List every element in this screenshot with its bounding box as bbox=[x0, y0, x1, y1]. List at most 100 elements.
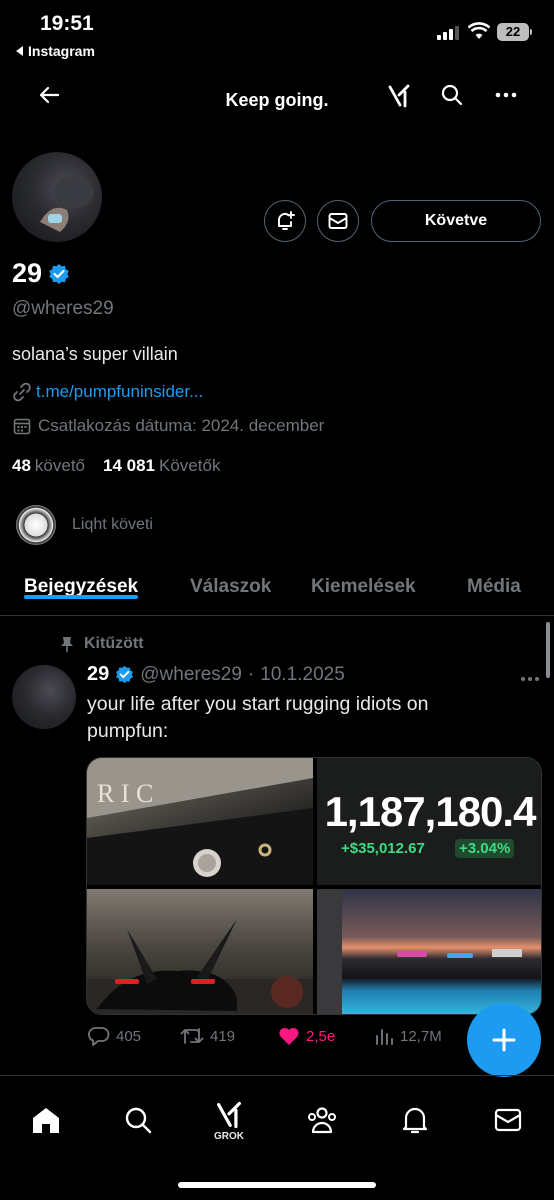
views-button[interactable]: 12,7M bbox=[374, 1026, 442, 1046]
nav-messages[interactable] bbox=[494, 1108, 522, 1132]
followed-by-row[interactable]: Liqht követi bbox=[14, 503, 153, 547]
media-photo-car[interactable] bbox=[87, 889, 313, 1014]
tab-posts[interactable]: Bejegyzések bbox=[24, 560, 139, 599]
search-icon bbox=[441, 84, 463, 106]
grok-icon bbox=[388, 84, 410, 108]
communities-icon bbox=[308, 1107, 336, 1134]
nav-search[interactable] bbox=[124, 1106, 152, 1134]
repost-count: 419 bbox=[210, 1027, 236, 1045]
wifi-icon bbox=[467, 22, 491, 45]
following-button[interactable]: Követve bbox=[371, 200, 541, 242]
plus-icon bbox=[492, 1028, 516, 1052]
followers-label[interactable]: Követők bbox=[159, 456, 220, 476]
post-author-name[interactable]: 29 bbox=[87, 663, 109, 686]
more-dots-icon bbox=[495, 92, 517, 98]
profile-name-row: 29 bbox=[12, 258, 70, 289]
media-balance-change: +$35,012.67 bbox=[341, 840, 425, 857]
media-balance-value: 1,187,180.4 bbox=[324, 788, 537, 835]
envelope-icon bbox=[494, 1108, 522, 1132]
nav-grok-label: GROK bbox=[214, 1131, 244, 1142]
battery-indicator: 22 bbox=[497, 23, 532, 41]
profile-joined: Csatlakozás dátuma: 2024. december bbox=[12, 416, 324, 436]
more-options-button[interactable] bbox=[490, 80, 522, 110]
home-indicator[interactable] bbox=[178, 1182, 376, 1188]
nav-grok[interactable]: GROK bbox=[213, 1100, 245, 1142]
bell-plus-icon bbox=[278, 211, 295, 230]
profile-link-text: t.me/pumpfuninsider... bbox=[36, 382, 204, 401]
link-icon bbox=[13, 382, 31, 402]
verified-badge-icon bbox=[116, 665, 134, 684]
post-media-grid[interactable]: R I C 1,187,180.4 +$35,012.67 +3.04% bbox=[86, 757, 542, 1015]
media-photo-pool[interactable] bbox=[317, 889, 541, 1014]
message-button[interactable] bbox=[317, 200, 359, 242]
post-text: your life after you start rugging idiots… bbox=[87, 693, 429, 742]
avatar-photo bbox=[40, 176, 94, 232]
profile-tabs: Bejegyzések Válaszok Kiemelések Média bbox=[0, 560, 554, 616]
calendar-icon bbox=[13, 418, 31, 435]
tab-replies[interactable]: Válaszok bbox=[190, 560, 271, 598]
back-app-label: Instagram bbox=[28, 43, 95, 59]
photo-watch-illustration: R I C bbox=[87, 758, 313, 885]
back-to-app-link[interactable]: Instagram bbox=[16, 43, 95, 59]
search-button[interactable] bbox=[437, 80, 467, 110]
page-title: Keep going. bbox=[225, 90, 329, 110]
follower-avatar bbox=[14, 503, 58, 547]
profile-name: 29 bbox=[12, 258, 43, 288]
post-more-options[interactable] bbox=[520, 665, 540, 688]
nav-home[interactable] bbox=[31, 1106, 61, 1134]
following-count[interactable]: 48 bbox=[12, 456, 31, 476]
search-icon bbox=[125, 1107, 152, 1134]
following-label[interactable]: követő bbox=[35, 456, 85, 476]
tab-highlights[interactable]: Kiemelések bbox=[311, 560, 416, 598]
pinned-label: Kitűzött bbox=[84, 635, 144, 652]
home-icon bbox=[33, 1108, 59, 1133]
divider bbox=[0, 1075, 554, 1076]
pinned-indicator: Kitűzött bbox=[60, 635, 144, 653]
nav-communities[interactable] bbox=[306, 1106, 338, 1134]
profile-avatar[interactable] bbox=[12, 152, 102, 242]
followed-by-text: Liqht követi bbox=[72, 516, 153, 533]
envelope-icon bbox=[328, 213, 348, 229]
view-count: 12,7M bbox=[400, 1027, 442, 1045]
profile-joined-text: Csatlakozás dátuma: 2024. december bbox=[38, 416, 325, 435]
profile-link[interactable]: t.me/pumpfuninsider... bbox=[12, 382, 203, 402]
post-separator-dot: · bbox=[247, 663, 255, 685]
reply-bubble-icon bbox=[88, 1027, 110, 1046]
followers-count[interactable]: 14 081 bbox=[103, 456, 155, 476]
post-date[interactable]: 10.1.2025 bbox=[260, 664, 345, 686]
photo-pool-illustration bbox=[317, 889, 522, 1014]
profile-handle: @wheres29 bbox=[12, 298, 114, 319]
back-triangle-icon bbox=[16, 46, 23, 56]
repost-icon bbox=[180, 1028, 204, 1044]
pin-icon bbox=[61, 637, 73, 652]
compose-post-button[interactable] bbox=[467, 1003, 541, 1077]
photo-car-illustration bbox=[87, 919, 313, 1014]
media-balance-screenshot[interactable]: 1,187,180.4 +$35,012.67 +3.04% bbox=[317, 758, 541, 885]
svg-text:R I C: R I C bbox=[97, 779, 153, 808]
views-chart-icon bbox=[376, 1029, 393, 1045]
status-time: 19:51 bbox=[40, 12, 94, 35]
verified-badge-icon bbox=[49, 263, 69, 284]
reply-button[interactable]: 405 bbox=[88, 1026, 180, 1046]
grok-button[interactable] bbox=[383, 80, 415, 112]
media-balance-percent: +3.04% bbox=[455, 839, 515, 858]
post-author-avatar[interactable] bbox=[12, 665, 76, 729]
more-dots-icon bbox=[521, 677, 539, 681]
repost-button[interactable]: 419 bbox=[180, 1026, 278, 1046]
like-button[interactable]: 2,5e bbox=[278, 1026, 374, 1046]
like-count: 2,5e bbox=[306, 1027, 336, 1045]
post-author-handle[interactable]: @wheres29 bbox=[140, 664, 242, 686]
reply-count: 405 bbox=[116, 1027, 142, 1045]
post-header: 29 @wheres29 · 10.1.2025 bbox=[87, 663, 345, 686]
profile-stats: 48 követő 14 081 Követők bbox=[12, 456, 220, 476]
grok-icon bbox=[217, 1101, 241, 1129]
scrollbar[interactable] bbox=[546, 622, 550, 678]
profile-bio: solana’s super villain bbox=[12, 344, 178, 364]
media-photo-watch[interactable]: R I C bbox=[87, 758, 313, 885]
nav-notifications[interactable] bbox=[402, 1106, 428, 1134]
tab-media[interactable]: Média bbox=[467, 560, 521, 598]
notifications-bell-button[interactable] bbox=[264, 200, 306, 242]
bell-icon bbox=[402, 1107, 428, 1134]
heart-icon bbox=[279, 1027, 299, 1045]
post-actions: 405 419 2,5e 12,7M bbox=[88, 1026, 442, 1046]
